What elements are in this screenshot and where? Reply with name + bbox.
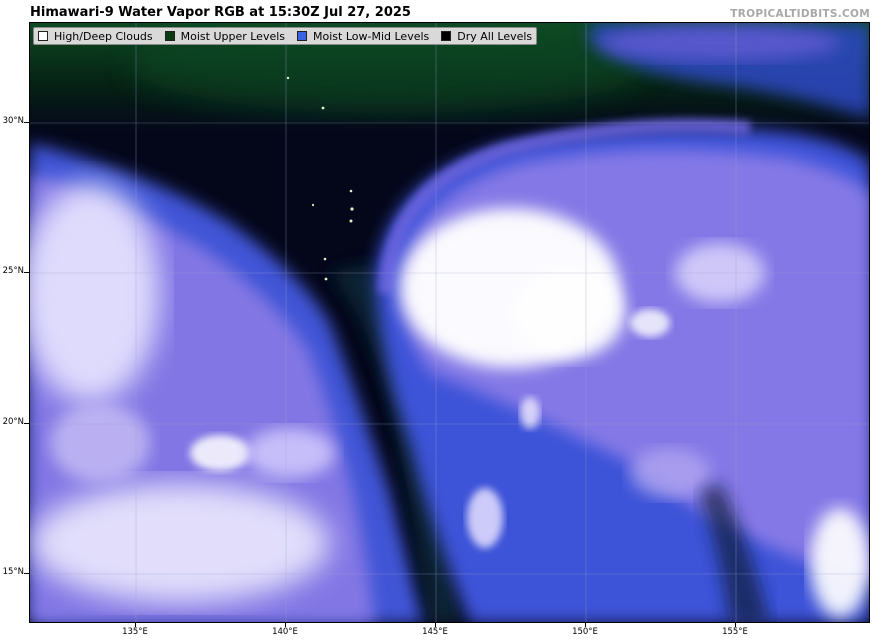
legend-swatch — [297, 31, 308, 41]
lat-tick — [24, 423, 29, 424]
legend-label: Moist Low-Mid Levels — [313, 29, 430, 43]
legend-item-dry-all-levels: Dry All Levels — [441, 30, 532, 43]
legend-label: Moist Upper Levels — [180, 29, 286, 43]
lat-label-30n: 30°N — [2, 116, 24, 126]
lat-tick — [24, 573, 29, 574]
lat-tick — [24, 272, 29, 273]
legend-swatch — [164, 31, 175, 41]
water-vapor-imagery — [30, 23, 869, 622]
source-credit: TROPICALTIDBITS.COM — [730, 8, 870, 20]
lat-tick — [24, 122, 29, 123]
legend-item-moist-upper-levels: Moist Upper Levels — [164, 29, 286, 43]
legend-item-high-deep-clouds: High/Deep Clouds — [38, 30, 153, 43]
lat-label-20n: 20°N — [2, 417, 24, 427]
lon-label-140e: 140°E — [272, 627, 298, 637]
lon-label-145e: 145°E — [422, 627, 448, 637]
map-title: Himawari-9 Water Vapor RGB at 15:30Z Jul… — [30, 5, 411, 20]
legend-item-moist-low-mid-levels: Moist Low-Mid Levels — [297, 30, 429, 43]
legend-swatch — [38, 31, 48, 41]
legend-label: High/Deep Clouds — [54, 29, 153, 43]
lat-label-15n: 15°N — [2, 567, 24, 577]
lon-label-155e: 155°E — [722, 627, 748, 637]
satellite-map — [29, 22, 870, 623]
legend: High/Deep Clouds Moist Upper Levels Mois… — [33, 27, 538, 45]
lat-label-25n: 25°N — [2, 266, 24, 276]
legend-label: Dry All Levels — [457, 29, 533, 43]
lon-label-150e: 150°E — [572, 627, 598, 637]
legend-swatch — [441, 31, 452, 41]
lon-label-135e: 135°E — [122, 627, 148, 637]
